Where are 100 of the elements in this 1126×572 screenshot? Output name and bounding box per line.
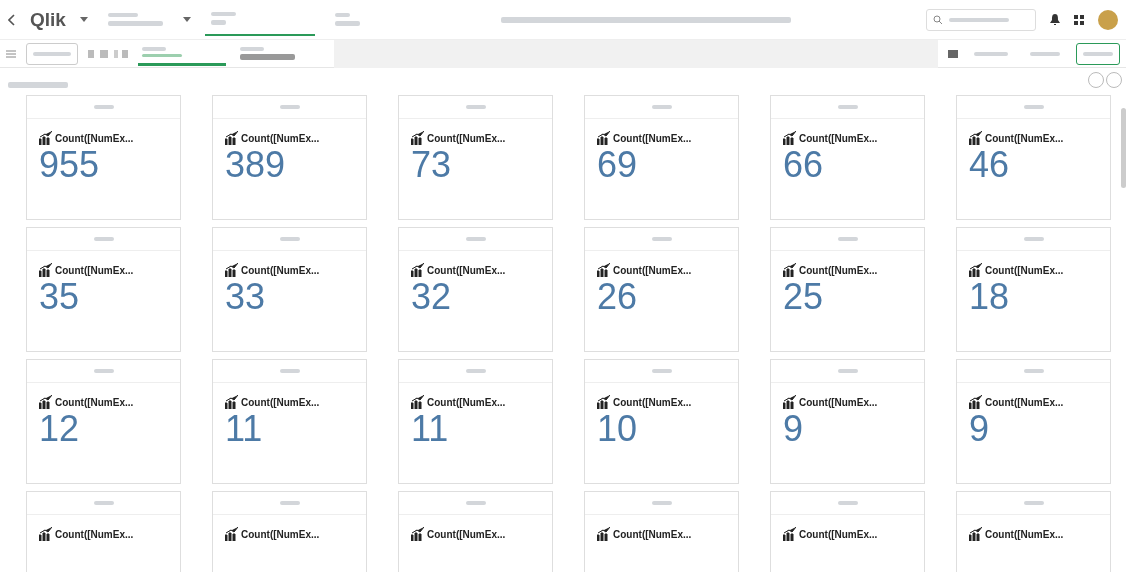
menu-icon[interactable] [6, 49, 16, 58]
kpi-chart-icon [969, 395, 982, 409]
measure-label: Count([NumEx... [799, 133, 878, 144]
blurred-text [837, 369, 858, 373]
kpi-chart-icon [597, 527, 610, 541]
kpi-chart-icon [783, 131, 796, 145]
edit-button[interactable] [1076, 42, 1120, 65]
measure-label: Count([NumEx... [613, 529, 692, 540]
search-field[interactable] [926, 8, 1036, 31]
caret-icon[interactable] [79, 17, 88, 22]
kpi-value: 389 [225, 147, 287, 183]
kpi-value: 73 [411, 147, 453, 183]
grid-icon[interactable] [1074, 14, 1084, 25]
kpi-chart-icon [969, 131, 982, 145]
blurred-text [651, 369, 672, 373]
measure-label: Count([NumEx... [799, 529, 878, 540]
kpi-value: 11 [411, 411, 450, 447]
measure-label: Count([NumEx... [985, 529, 1064, 540]
blurred-text [334, 13, 350, 17]
measure-label: Count([NumEx... [241, 397, 320, 408]
blurred-text [651, 237, 672, 241]
kpi-chart-icon [597, 263, 610, 277]
blurred-text [107, 13, 138, 17]
blurred-text [837, 105, 858, 109]
search-icon [933, 14, 943, 25]
blurred-text [334, 21, 360, 26]
blurred-text [93, 501, 114, 505]
kpi-value: 32 [411, 279, 453, 315]
avatar[interactable] [1098, 9, 1118, 30]
measure-label: Count([NumEx... [55, 133, 134, 144]
blurred-text [279, 105, 300, 109]
kpi-value: 66 [783, 147, 825, 183]
measure-label: Count([NumEx... [241, 133, 320, 144]
measure-label: Count([NumEx... [427, 133, 506, 144]
measure-label: Count([NumEx... [427, 265, 506, 276]
blurred-text [93, 105, 114, 109]
kpi-value: 18 [969, 279, 1011, 315]
blurred-text [651, 501, 672, 505]
measure-label: Count([NumEx... [55, 265, 134, 276]
blurred-text [107, 21, 163, 26]
kpi-chart-icon [969, 263, 982, 277]
kpi-chart-icon [225, 527, 238, 541]
measure-label: Count([NumEx... [799, 397, 878, 408]
kpi-chart-icon [39, 263, 52, 277]
measure-label: Count([NumEx... [799, 265, 878, 276]
back-icon[interactable] [8, 13, 16, 26]
blurred-text [651, 105, 672, 109]
blurred-text [1023, 501, 1044, 505]
measure-label: Count([NumEx... [985, 133, 1064, 144]
kpi-value: 955 [39, 147, 101, 183]
blurred-text [279, 501, 300, 505]
kpi-value: 12 [39, 411, 81, 447]
kpi-chart-icon [969, 527, 982, 541]
caret-icon[interactable] [182, 17, 191, 22]
kpi-value: 9 [969, 411, 991, 447]
kpi-chart-icon [225, 131, 238, 145]
kpi-chart-icon [411, 527, 424, 541]
blurred-text [1023, 369, 1044, 373]
measure-label: Count([NumEx... [985, 397, 1064, 408]
kpi-chart-icon [597, 131, 610, 145]
measure-label: Count([NumEx... [613, 133, 692, 144]
kpi-value: 10 [597, 411, 639, 447]
blurred-text [93, 237, 114, 241]
kpi-chart-icon [783, 395, 796, 409]
selection-tools-icon[interactable] [88, 49, 128, 58]
blurred-text [279, 237, 300, 241]
measure-label: Count([NumEx... [55, 397, 134, 408]
kpi-value: 11 [225, 411, 264, 447]
blurred-text [465, 105, 486, 109]
kpi-value: 33 [225, 279, 267, 315]
kpi-chart-icon [39, 395, 52, 409]
blurred-text [465, 237, 486, 241]
kpi-value: 26 [597, 279, 639, 315]
kpi-value: 9 [783, 411, 805, 447]
qlik-logo[interactable]: Qlik [30, 8, 66, 31]
kpi-chart-icon [411, 263, 424, 277]
kpi-value: 69 [597, 147, 639, 183]
blurred-text [837, 237, 858, 241]
kpi-chart-icon [411, 395, 424, 409]
kpi-chart-icon [411, 131, 424, 145]
bell-icon[interactable] [1050, 14, 1060, 25]
kpi-chart-icon [39, 527, 52, 541]
kpi-chart-icon [783, 263, 796, 277]
measure-label: Count([NumEx... [613, 397, 692, 408]
kpi-chart-icon [597, 395, 610, 409]
kpi-chart-icon [783, 527, 796, 541]
blurred-text [1023, 105, 1044, 109]
measure-label: Count([NumEx... [427, 397, 506, 408]
scrollbar[interactable] [1121, 108, 1126, 188]
measure-label: Count([NumEx... [241, 265, 320, 276]
measure-label: Count([NumEx... [241, 529, 320, 540]
kpi-chart-icon [225, 263, 238, 277]
blurred-text [465, 501, 486, 505]
blurred-text [837, 501, 858, 505]
insights-button[interactable] [26, 42, 78, 65]
blurred-text [93, 369, 114, 373]
blurred-text [279, 369, 300, 373]
kpi-chart-icon [39, 131, 52, 145]
kpi-value: 46 [969, 147, 1011, 183]
kpi-chart-icon [225, 395, 238, 409]
